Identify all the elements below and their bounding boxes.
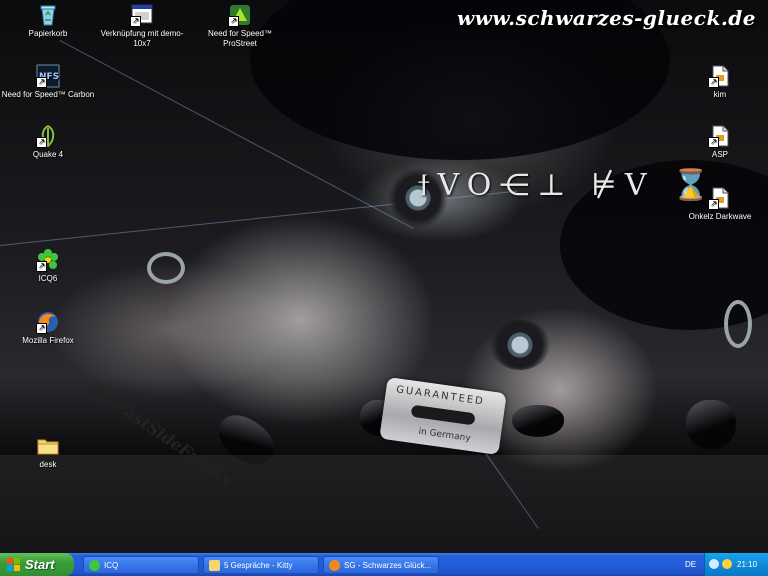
volume-icon[interactable] xyxy=(722,559,732,569)
firefox-icon: ↗ xyxy=(36,310,60,334)
taskbar: Start ICQ 5 Gespräche - Kitty SG - Schwa… xyxy=(0,553,768,576)
wallpaper-ring-2 xyxy=(724,300,752,348)
desktop-icon-icq[interactable]: ↗ ICQ6 xyxy=(0,248,96,284)
desktop-icon-label: desk xyxy=(39,460,57,469)
desktop-icon-nfs-carbon[interactable]: NFS ↗ Need for Speed™ Carbon xyxy=(0,64,96,100)
recycle-bin-icon xyxy=(36,3,60,27)
wallpaper-ring xyxy=(147,252,185,284)
desktop-icon-label: kim xyxy=(713,90,727,99)
window-shortcut-icon: ↗ xyxy=(130,3,154,27)
desktop-icon-nfs-prostreet[interactable]: ↗ Need for Speed™ ProStreet xyxy=(192,3,288,49)
nfs-icon: NFS ↗ xyxy=(36,64,60,88)
language-indicator[interactable]: DE xyxy=(685,560,696,569)
file-shortcut-icon: ↗ xyxy=(708,124,732,148)
wallpaper-nail-4 xyxy=(686,400,736,450)
blade-slot xyxy=(410,404,476,426)
desktop-icon-desk[interactable]: desk xyxy=(0,434,96,470)
system-tray: 21:10 xyxy=(704,553,768,576)
chat-icon xyxy=(209,560,220,571)
desktop-icon-verknuepfung-demo[interactable]: ↗ Verknüpfung mit demo-10x7 xyxy=(94,3,190,49)
start-button[interactable]: Start xyxy=(0,553,74,576)
desktop-icon-label: Need for Speed™ ProStreet xyxy=(207,29,273,48)
wallpaper-razor-blade: GUARANTEED in Germany xyxy=(379,376,507,456)
taskbar-button-gespraeche[interactable]: 5 Gespräche - Kitty xyxy=(203,556,319,574)
file-shortcut-icon: ↗ xyxy=(708,64,732,88)
taskbar-button-icq[interactable]: ICQ xyxy=(83,556,199,574)
taskbar-button-label: ICQ xyxy=(104,561,119,570)
wallpaper-nail-3 xyxy=(512,405,564,437)
desktop-icon-label: ASP xyxy=(711,150,728,159)
desktop[interactable]: www.schwarzes-glueck.de ϯVO⋲⊥ ⊭V ⌛ By Ea… xyxy=(0,0,768,553)
blade-text-bottom: in Germany xyxy=(417,426,472,445)
desktop-icon-label: Mozilla Firefox xyxy=(22,336,74,345)
game-icon: ↗ xyxy=(228,3,252,27)
desktop-icon-label: ICQ6 xyxy=(38,274,58,283)
wallpaper-watermark: www.schwarzes-glueck.de xyxy=(457,6,756,30)
clock[interactable]: 21:10 xyxy=(737,560,757,569)
file-shortcut-icon: ↗ xyxy=(708,186,732,210)
desktop-icon-asp[interactable]: ↗ ASP xyxy=(672,124,768,160)
start-label: Start xyxy=(25,557,55,572)
windows-logo-icon xyxy=(7,558,20,571)
desktop-icon-label: Quake 4 xyxy=(32,150,64,159)
taskbar-button-label: 5 Gespräche - Kitty xyxy=(224,561,293,570)
desktop-icon-firefox[interactable]: ↗ Mozilla Firefox xyxy=(0,310,96,346)
desktop-icon-label: Verknüpfung mit demo-10x7 xyxy=(100,29,184,48)
taskbar-button-firefox[interactable]: SG - Schwarzes Glück... xyxy=(323,556,439,574)
desktop-icon-label: Onkelz Darkwave xyxy=(688,212,752,221)
network-icon[interactable] xyxy=(709,559,719,569)
icq-icon xyxy=(89,560,100,571)
wallpaper-eye-2 xyxy=(490,320,550,370)
icq-flower-icon: ↗ xyxy=(36,248,60,272)
blade-text-top: GUARANTEED xyxy=(395,384,486,408)
quake-icon: ↗ xyxy=(36,124,60,148)
firefox-icon xyxy=(329,560,340,571)
desktop-icon-quake4[interactable]: ↗ Quake 4 xyxy=(0,124,96,160)
desktop-icon-onkelz[interactable]: ↗ Onkelz Darkwave xyxy=(672,186,768,222)
desktop-icon-label: Papierkorb xyxy=(28,29,68,38)
desktop-icon-kim[interactable]: ↗ kim xyxy=(672,64,768,100)
taskbar-button-label: SG - Schwarzes Glück... xyxy=(344,561,432,570)
desktop-icon-label: Need for Speed™ Carbon xyxy=(1,90,95,99)
desktop-icon-papierkorb[interactable]: Papierkorb xyxy=(0,3,96,39)
folder-icon xyxy=(36,434,60,458)
wallpaper-reflection xyxy=(0,455,768,553)
